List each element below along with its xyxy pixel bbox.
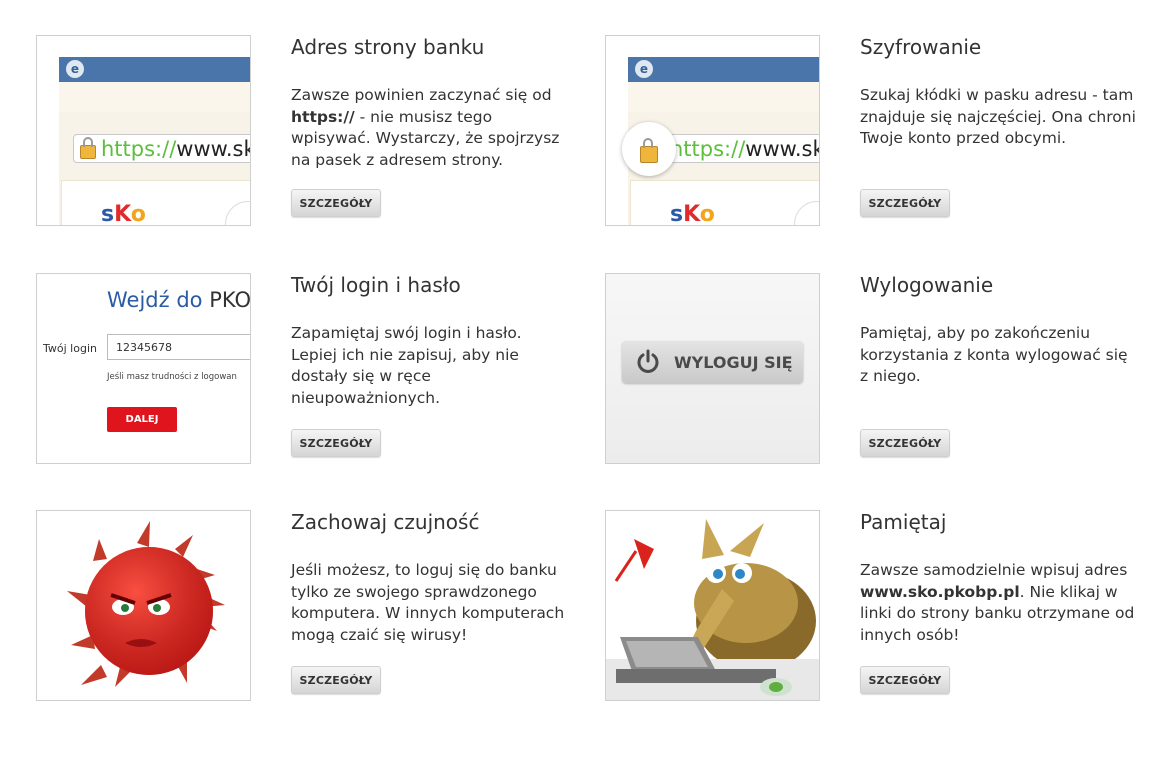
details-button[interactable]: SZCZEGÓŁY [860, 189, 950, 217]
details-button[interactable]: SZCZEGÓŁY [291, 666, 381, 694]
details-button[interactable]: SZCZEGÓŁY [860, 429, 950, 457]
card-description: Pamiętaj, aby po zakończeniu korzystania… [860, 324, 1128, 385]
browser-titlebar [59, 57, 250, 82]
card-encryption: e https://www.sko.p sKo Szyfrowanie Szuk… [605, 35, 1145, 227]
thumbnail-browser-address: e https://www.sko.p sKo [36, 35, 251, 226]
browser-toolbar [59, 82, 250, 113]
thumbnail-virus [36, 510, 251, 701]
details-button[interactable]: SZCZEGÓŁY [291, 189, 381, 217]
magnified-lock [622, 122, 676, 176]
sko-logo: sKo [101, 202, 146, 226]
card-login-password: Wejdź do PKO J Twój login 12345678 Jeśli… [36, 273, 576, 465]
armadillo-mascot-icon [606, 511, 819, 700]
card-title: Adres strony banku [291, 35, 485, 59]
card-title: Szyfrowanie [860, 35, 982, 59]
thumbnail-mascot [605, 510, 820, 701]
power-icon [637, 349, 659, 373]
logout-button-image: WYLOGUJ SIĘ [622, 341, 803, 383]
login-field: 12345678 [107, 334, 250, 360]
browser-icon: e [635, 60, 653, 78]
logout-label: WYLOGUJ SIĘ [674, 352, 793, 372]
card-description: Zapamiętaj swój login i hasło. Lepiej ic… [291, 324, 522, 407]
address-bar: https://www.sko.p [73, 134, 250, 163]
virus-monster-icon [67, 521, 225, 687]
browser-page [630, 180, 819, 225]
lock-icon [640, 138, 658, 163]
card-title: Zachowaj czujność [291, 510, 480, 534]
card-title: Twój login i hasło [291, 273, 461, 297]
browser-icon: e [66, 60, 84, 78]
browser-page [61, 180, 250, 225]
card-title: Pamiętaj [860, 510, 947, 534]
thumbnail-logout: WYLOGUJ SIĘ [605, 273, 820, 464]
sko-logo: sKo [670, 202, 715, 226]
thumbnail-browser-lock: e https://www.sko.p sKo [605, 35, 820, 226]
card-remember: Pamiętaj Zawsze samodzielnie wpisuj adre… [605, 510, 1145, 702]
login-heading: Wejdź do PKO J [107, 288, 251, 312]
dalej-button: DALEJ [107, 407, 177, 432]
browser-toolbar [628, 82, 819, 113]
login-label: Twój login [43, 342, 97, 355]
lock-icon [80, 137, 96, 159]
login-help-note: Jeśli masz trudności z logowan [107, 372, 237, 382]
thumbnail-login-form: Wejdź do PKO J Twój login 12345678 Jeśli… [36, 273, 251, 464]
card-description: Zawsze samodzielnie wpisuj adres www.sko… [860, 561, 1135, 644]
card-description: Jeśli możesz, to loguj się do banku tylk… [291, 561, 565, 644]
url-scheme: https:// [101, 137, 177, 161]
card-bank-address: e https://www.sko.p sKo Adres strony ban… [36, 35, 576, 227]
url-scheme: https:// [670, 137, 746, 161]
details-button[interactable]: SZCZEGÓŁY [291, 429, 381, 457]
details-button[interactable]: SZCZEGÓŁY [860, 666, 950, 694]
card-logout: WYLOGUJ SIĘ Wylogowanie Pamiętaj, aby po… [605, 273, 1145, 465]
url-domain: www.sko.p [176, 137, 250, 161]
card-vigilance: Zachowaj czujność Jeśli możesz, to loguj… [36, 510, 576, 702]
card-description: Szukaj kłódki w pasku adresu - tam znajd… [860, 86, 1136, 147]
card-description: Zawsze powinien zaczynać się od https://… [291, 86, 560, 169]
browser-titlebar [628, 57, 819, 82]
url-domain: www.sko.p [745, 137, 819, 161]
card-title: Wylogowanie [860, 273, 994, 297]
